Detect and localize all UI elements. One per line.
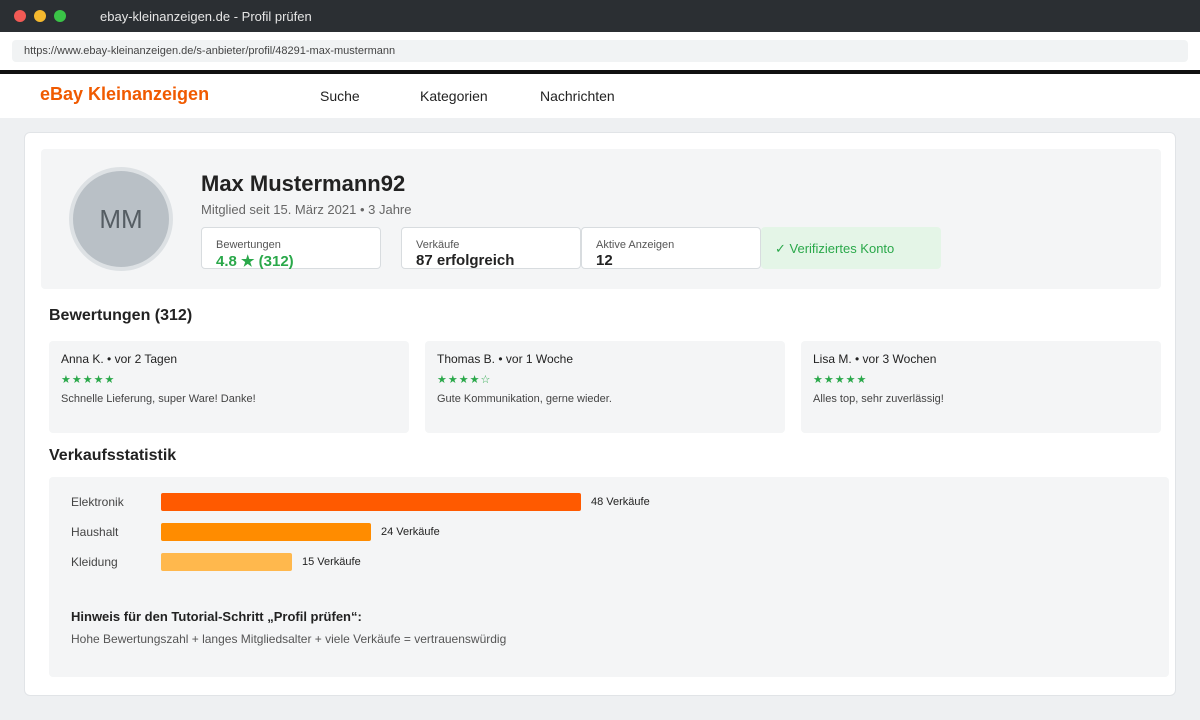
- review-card: Lisa M. • vor 3 Wochen ★★★★★ Alles top, …: [801, 341, 1161, 433]
- review-text: Alles top, sehr zuverlässig!: [813, 393, 944, 405]
- sales-section-title: Verkaufsstatistik: [49, 447, 177, 464]
- member-since: Mitglied seit 15. März 2021 • 3 Jahre: [201, 202, 412, 217]
- stat-ratings: Bewertungen 4.8 ★ (312): [201, 227, 381, 270]
- review-card: Thomas B. • vor 1 Woche ★★★★☆ Gute Kommu…: [425, 341, 785, 433]
- nav-item-suche[interactable]: Suche: [320, 88, 360, 104]
- bar-label-elektronik: Elektronik: [71, 495, 124, 509]
- stat-value: 12: [596, 252, 613, 269]
- review-text: Gute Kommunikation, gerne wieder.: [437, 393, 612, 405]
- sales-bar-kleidung: [161, 553, 292, 571]
- stat-label: Verkäufe: [416, 239, 460, 251]
- site-header: eBay Kleinanzeigen Suche Kategorien Nach…: [0, 74, 1200, 118]
- profile-page-card: MM Max Mustermann92 Mitglied seit 15. Mä…: [24, 132, 1176, 696]
- review-author: Lisa M. • vor 3 Wochen: [813, 352, 937, 366]
- profile-header: MM Max Mustermann92 Mitglied seit 15. Mä…: [41, 149, 1161, 289]
- bar-value-elektronik: 48 Verkäufe: [591, 496, 650, 508]
- review-author: Anna K. • vor 2 Tagen: [61, 352, 178, 366]
- stat-sales: Verkäufe 87 erfolgreich: [401, 227, 581, 269]
- review-stars: ★★★★★: [813, 374, 868, 386]
- maximize-window-button[interactable]: [54, 10, 66, 22]
- sales-bar-haushalt: [161, 523, 371, 541]
- nav-item-nachrichten[interactable]: Nachrichten: [540, 88, 615, 104]
- address-bar: https://www.ebay-kleinanzeigen.de/s-anbi…: [0, 32, 1200, 70]
- close-window-button[interactable]: [14, 10, 26, 22]
- review-card: Anna K. • vor 2 Tagen ★★★★★ Schnelle Lie…: [49, 341, 409, 433]
- avatar: MM: [69, 167, 173, 271]
- site-logo[interactable]: eBay Kleinanzeigen: [40, 84, 209, 105]
- minimize-window-button[interactable]: [34, 10, 46, 22]
- bar-value-haushalt: 24 Verkäufe: [381, 526, 440, 538]
- nav-item-kategorien[interactable]: Kategorien: [420, 88, 488, 104]
- bar-label-haushalt: Haushalt: [71, 525, 119, 539]
- url-field[interactable]: https://www.ebay-kleinanzeigen.de/s-anbi…: [12, 40, 1188, 62]
- hint-title: Hinweis für den Tutorial-Schritt „Profil…: [71, 609, 362, 624]
- sales-bar-elektronik: [161, 493, 581, 511]
- hint-text: Hohe Bewertungszahl + langes Mitgliedsal…: [71, 632, 507, 646]
- window-title: ebay-kleinanzeigen.de - Profil prüfen: [100, 9, 312, 24]
- bar-label-kleidung: Kleidung: [71, 555, 118, 569]
- profile-name: Max Mustermann92: [201, 171, 406, 196]
- stat-active-listings: Aktive Anzeigen 12: [581, 227, 761, 269]
- window-titlebar: ebay-kleinanzeigen.de - Profil prüfen: [0, 0, 1200, 32]
- review-text: Schnelle Lieferung, super Ware! Danke!: [61, 393, 256, 405]
- stat-value: 4.8 ★ (312): [216, 253, 294, 270]
- sales-statistics-panel: Elektronik 48 Verkäufe Haushalt 24 Verkä…: [49, 477, 1169, 677]
- review-stars: ★★★★★: [61, 374, 116, 386]
- stat-label: Bewertungen: [216, 239, 281, 251]
- stat-value: 87 erfolgreich: [416, 252, 515, 269]
- review-author: Thomas B. • vor 1 Woche: [437, 352, 574, 366]
- review-stars: ★★★★☆: [437, 374, 492, 386]
- stat-label: Aktive Anzeigen: [596, 239, 675, 251]
- verified-badge: ✓ Verifiziertes Konto: [761, 227, 941, 269]
- bar-value-kleidung: 15 Verkäufe: [302, 556, 361, 568]
- reviews-section-title: Bewertungen (312): [49, 307, 193, 324]
